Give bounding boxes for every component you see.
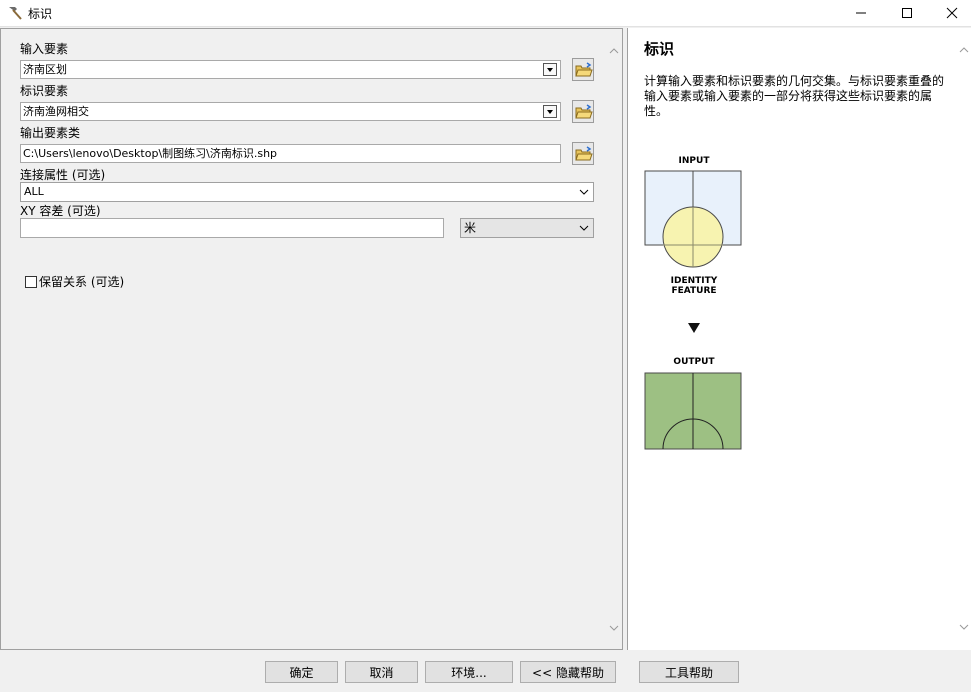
dropdown-arrow-icon[interactable] [543,105,557,118]
diagram-identity-label-2: FEATURE [671,286,717,296]
close-button[interactable] [929,0,971,26]
xy-tolerance-unit-value: 米 [464,221,477,235]
scroll-down-icon[interactable] [958,622,970,632]
diagram-identity-label-1: IDENTITY [670,276,718,286]
hide-help-button[interactable]: << 隐藏帮助 [520,661,616,683]
browse-input-button[interactable] [572,58,594,81]
title-bar: 标识 [0,0,971,27]
scroll-up-icon[interactable] [608,46,620,56]
maximize-icon [902,8,912,18]
join-attributes-value: ALL [24,185,44,198]
tool-help-button[interactable]: 工具帮助 [639,661,739,683]
input-features-value: 济南区划 [23,63,67,76]
identity-features-combo[interactable]: 济南渔网相交 [20,102,561,121]
hammer-icon [9,7,22,20]
close-icon [946,7,958,19]
diagram-output-label: OUTPUT [673,357,715,367]
parameters-pane: 输入要素 济南区划 标识要素 济南渔网相交 输出要素类 C:\Users\len… [0,28,623,650]
maximize-button[interactable] [884,0,930,26]
identity-output-diagram [644,372,742,450]
output-feature-class-label: 输出要素类 [20,126,81,140]
output-feature-class-input[interactable]: C:\Users\lenovo\Desktop\制图练习\济南标识.shp [20,144,561,163]
minimize-button[interactable] [838,0,884,26]
scroll-down-icon[interactable] [608,623,620,633]
xy-tolerance-input[interactable] [20,218,444,238]
minimize-icon [856,12,866,14]
help-pane: 标识 计算输入要素和标识要素的几何交集。与标识要素重叠的输入要素或输入要素的一部… [627,28,971,650]
diagram-input-label: INPUT [678,156,710,166]
output-feature-class-value: C:\Users\lenovo\Desktop\制图练习\济南标识.shp [23,147,278,160]
identity-features-value: 济南渔网相交 [23,105,89,118]
keep-relationships-label: 保留关系 (可选) [39,275,125,289]
dropdown-arrow-icon[interactable] [543,63,557,76]
input-features-label: 输入要素 [20,42,69,56]
scroll-up-icon[interactable] [958,45,970,55]
cancel-button[interactable]: 取消 [345,661,418,683]
ok-button[interactable]: 确定 [265,661,338,683]
browse-output-button[interactable] [572,142,594,165]
identity-features-label: 标识要素 [20,84,69,98]
help-title: 标识 [644,40,675,58]
input-features-combo[interactable]: 济南区划 [20,60,561,79]
join-attributes-label: 连接属性 (可选) [20,168,106,182]
browse-identity-button[interactable] [572,100,594,123]
identity-input-diagram [644,170,742,268]
xy-tolerance-unit-select[interactable]: 米 [460,218,594,238]
open-folder-icon [575,146,593,161]
join-attributes-select[interactable]: ALL [20,182,594,202]
chevron-down-icon [579,189,589,195]
window-title: 标识 [28,7,53,21]
open-folder-icon [575,104,593,119]
keep-relationships-checkbox[interactable] [25,276,37,288]
environments-button[interactable]: 环境... [425,661,513,683]
chevron-down-icon [579,225,589,231]
help-description: 计算输入要素和标识要素的几何交集。与标识要素重叠的输入要素或输入要素的一部分将获… [644,74,945,118]
arrow-down-icon [688,323,700,333]
xy-tolerance-label: XY 容差 (可选) [20,204,101,218]
open-folder-icon [575,62,593,77]
